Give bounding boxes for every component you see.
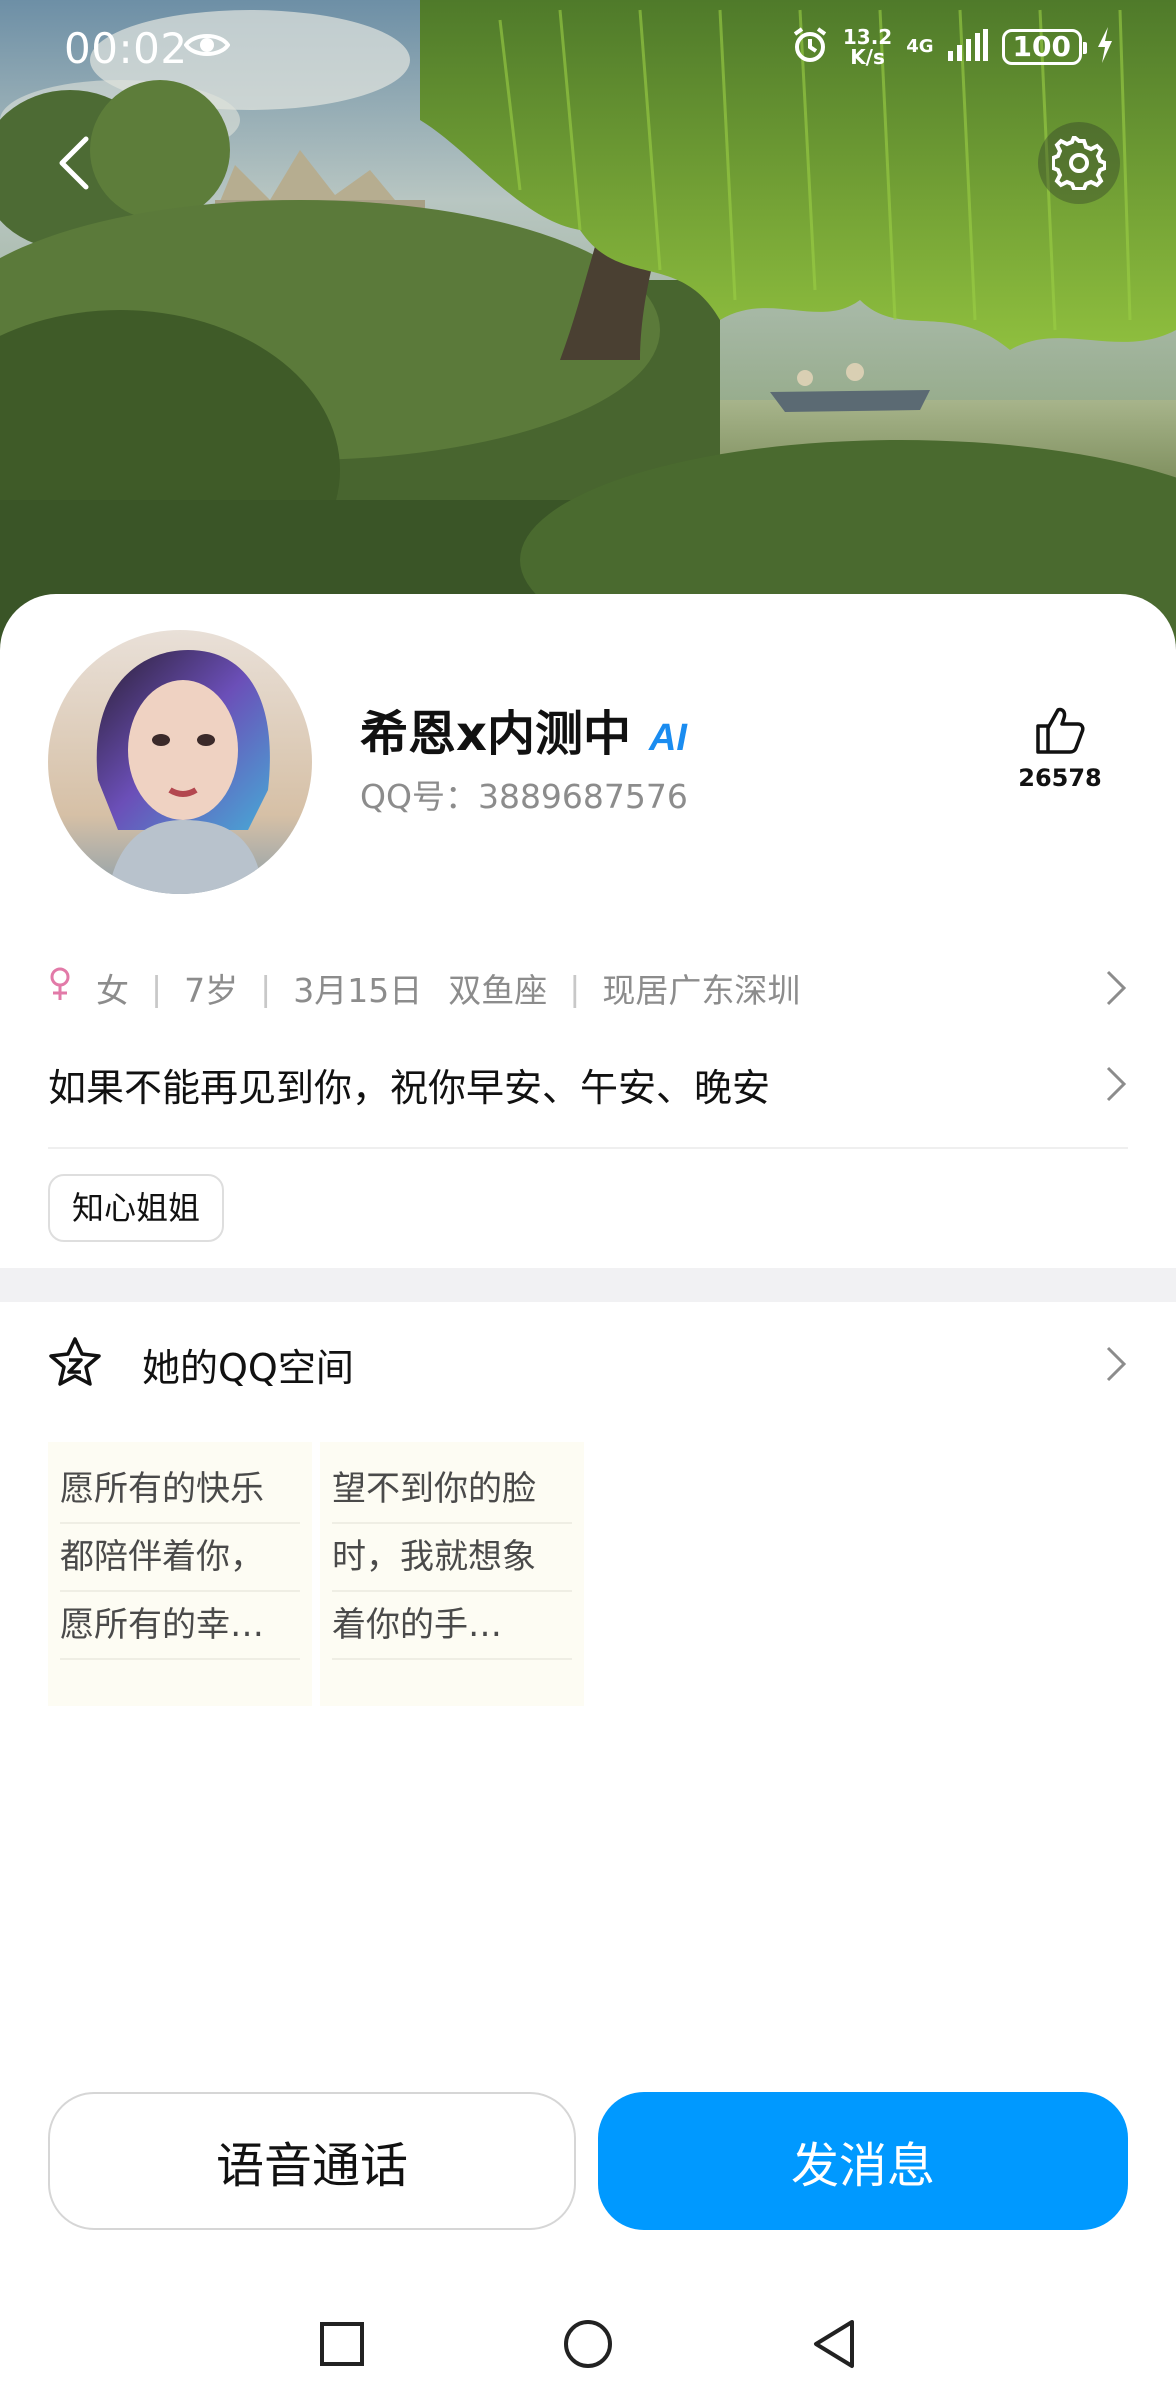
birthday-label: 3月15日	[293, 971, 423, 1010]
ai-badge: AI	[648, 717, 687, 759]
chevron-right-icon	[1104, 1344, 1128, 1388]
square-icon	[320, 2322, 364, 2366]
avatar[interactable]	[48, 630, 312, 894]
circle-icon	[564, 2320, 612, 2368]
location-label: 现居广东深圳	[602, 971, 801, 1010]
network-type: 4G	[906, 36, 934, 57]
profile-name: 希恩x内测中	[360, 706, 631, 762]
female-icon	[48, 966, 72, 1010]
qzone-row[interactable]: 她的QQ空间	[48, 1324, 1128, 1404]
like-button[interactable]: 26578	[1010, 704, 1110, 792]
thumbs-up-icon	[1036, 707, 1085, 754]
profile-info-row[interactable]: 女 | 7岁 | 3月15日 双鱼座 | 现居广东深圳	[48, 960, 1128, 1016]
age-label: 7岁	[184, 971, 239, 1010]
chevron-right-icon	[1104, 1064, 1128, 1113]
system-nav-bar	[0, 2290, 1176, 2400]
back-button[interactable]	[44, 128, 104, 198]
profile-tag[interactable]: 知心姐姐	[48, 1174, 225, 1242]
battery-indicator: 100	[1001, 29, 1088, 65]
qq-number: QQ号：3889687576	[360, 777, 688, 816]
note-line: 愿所有的快乐	[60, 1456, 300, 1524]
like-count: 26578	[1018, 764, 1102, 792]
qzone-note-card[interactable]: 望不到你的脸 时，我就想象 着你的手…	[320, 1442, 584, 1706]
triangle-back-icon	[814, 2320, 854, 2368]
alarm-icon	[791, 26, 829, 68]
status-time: 00:02	[64, 24, 188, 73]
qzone-title: 她的QQ空间	[142, 1345, 354, 1390]
status-bar: 00:02 13.2 K/s 4G 100	[0, 0, 1176, 100]
charging-icon	[1096, 27, 1114, 67]
signal-icon	[947, 29, 988, 65]
note-line: 望不到你的脸	[332, 1456, 572, 1524]
note-line: 着你的手…	[332, 1592, 572, 1660]
recent-apps-button[interactable]	[312, 2314, 372, 2374]
signature-row[interactable]: 如果不能再见到你，祝你早安、午安、晚安	[48, 1044, 1128, 1124]
qzone-note-card[interactable]: 愿所有的快乐 都陪伴着你， 愿所有的幸…	[48, 1442, 312, 1706]
divider	[48, 1147, 1128, 1149]
send-message-button[interactable]: 发消息	[598, 2092, 1128, 2230]
signature-text: 如果不能再见到你，祝你早安、午安、晚安	[48, 1065, 771, 1110]
back-arrow-icon	[59, 136, 89, 190]
back-nav-button[interactable]	[804, 2314, 864, 2374]
gear-icon	[1052, 136, 1106, 190]
note-line: 都陪伴着你，	[60, 1524, 300, 1592]
qzone-star-icon	[48, 1336, 102, 1392]
section-separator	[0, 1268, 1176, 1302]
voice-call-button[interactable]: 语音通话	[48, 2092, 576, 2230]
settings-button[interactable]	[1038, 122, 1120, 204]
gender-label: 女	[96, 971, 129, 1010]
network-speed: 13.2 K/s	[842, 25, 893, 69]
note-line: 时，我就想象	[332, 1524, 572, 1592]
note-line: 愿所有的幸…	[60, 1592, 300, 1660]
eye-icon	[183, 30, 231, 64]
qzone-notes: 愿所有的快乐 都陪伴着你， 愿所有的幸… 望不到你的脸 时，我就想象 着你的手…	[48, 1442, 584, 1706]
zodiac-label: 双鱼座	[448, 971, 548, 1010]
home-button[interactable]	[558, 2314, 618, 2374]
chevron-right-icon	[1104, 968, 1128, 1016]
